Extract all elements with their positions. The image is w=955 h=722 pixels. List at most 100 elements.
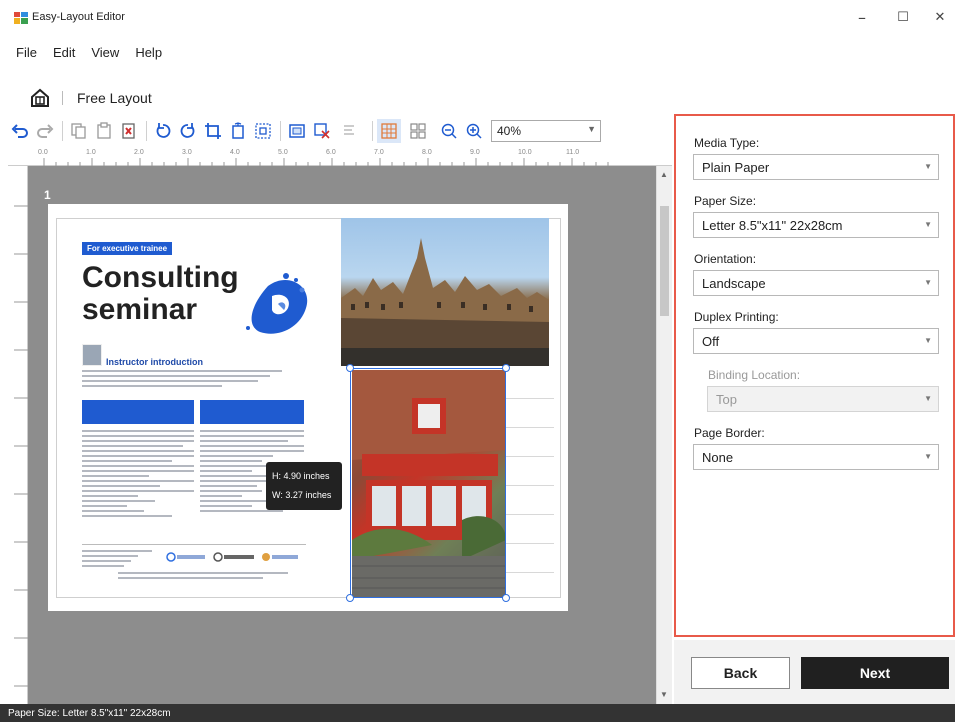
menu-file[interactable]: File	[8, 45, 45, 65]
duplex-printing-select[interactable]: Off ▼	[693, 328, 939, 354]
app-logo-icon	[14, 12, 28, 24]
fit-page-button[interactable]	[226, 119, 250, 143]
frame-button[interactable]	[285, 119, 309, 143]
align-button[interactable]	[335, 119, 367, 143]
ruler-label: 2.0	[134, 149, 144, 156]
copy-button[interactable]	[67, 119, 91, 143]
home-icon[interactable]	[30, 88, 50, 108]
maximize-button[interactable]: ☐	[893, 8, 913, 28]
close-button[interactable]: ✕	[930, 8, 950, 28]
page-title: Free Layout	[77, 90, 152, 106]
crop-icon	[205, 123, 221, 139]
window-title: Easy-Layout Editor	[32, 11, 125, 23]
chevron-down-icon: ▼	[924, 162, 932, 171]
title-bar: Easy-Layout Editor – ☐ ✕	[0, 0, 955, 34]
course-header-left	[82, 400, 194, 424]
grid-button[interactable]	[377, 119, 401, 143]
orientation-label: Orientation:	[694, 252, 757, 266]
layout-canvas[interactable]: 1 For executive trainee Consulting semin…	[28, 166, 656, 704]
undo-button[interactable]	[8, 119, 32, 143]
layout-button[interactable]	[402, 119, 436, 143]
binding-location-value: Top	[716, 392, 737, 407]
instructor-avatar	[82, 344, 102, 366]
tooltip-width: W: 3.27 inches	[272, 490, 332, 500]
resize-handle-top-right[interactable]	[502, 364, 510, 372]
media-type-select[interactable]: Plain Paper ▼	[693, 154, 939, 180]
status-bar: Paper Size: Letter 8.5"x11" 22x28cm	[0, 704, 955, 722]
crop-button[interactable]	[201, 119, 225, 143]
zoom-in-button[interactable]	[462, 119, 486, 143]
redo-icon	[37, 124, 54, 138]
layout-icon	[410, 123, 426, 139]
selected-image-frame[interactable]	[350, 368, 506, 598]
align-icon	[344, 125, 354, 135]
fit-frame-button[interactable]	[251, 119, 275, 143]
page-border-label: Page Border:	[694, 426, 765, 440]
ruler-label: 6.0	[326, 149, 336, 156]
headline-line-1: Consulting	[82, 261, 239, 294]
rotate-right-button[interactable]	[176, 119, 200, 143]
photo-city-buildings[interactable]	[341, 218, 549, 366]
ruler-label: 9.0	[470, 149, 480, 156]
binding-location-label: Binding Location:	[708, 368, 801, 382]
copy-icon	[71, 123, 86, 139]
image-settings-button[interactable]	[310, 119, 334, 143]
zoom-out-button[interactable]	[437, 119, 461, 143]
paper-size-value: Letter 8.5"x11" 22x28cm	[702, 218, 843, 233]
ruler-label: 0.0	[38, 149, 48, 156]
binding-location-select: Top ▼	[707, 386, 939, 412]
back-button[interactable]: Back	[691, 657, 790, 689]
scroll-up-icon[interactable]: ▲	[660, 170, 668, 179]
chevron-down-icon: ▼	[924, 336, 932, 345]
vertical-scrollbar[interactable]: ▲ ▼	[656, 166, 672, 704]
page-border-value: None	[702, 450, 734, 465]
resize-handle-bottom-left[interactable]	[346, 594, 354, 602]
delete-button[interactable]	[117, 119, 141, 143]
image-settings-icon	[314, 123, 330, 139]
resize-handle-bottom-right[interactable]	[502, 594, 510, 602]
menu-edit[interactable]: Edit	[45, 45, 83, 65]
toolbar-divider	[372, 121, 373, 141]
layout-page[interactable]: For executive trainee Consulting seminar…	[48, 204, 568, 611]
paper-size-select[interactable]: Letter 8.5"x11" 22x28cm ▼	[693, 212, 939, 238]
paste-icon	[97, 122, 111, 139]
resize-handle-top-left[interactable]	[346, 364, 354, 372]
toolbar-divider	[146, 121, 147, 141]
empty-frame-guides	[506, 370, 554, 598]
rotate-left-button[interactable]	[151, 119, 175, 143]
zoom-out-icon	[441, 123, 457, 139]
media-type-label: Media Type:	[694, 136, 760, 150]
duplex-printing-value: Off	[702, 334, 720, 349]
scroll-down-icon[interactable]: ▼	[660, 690, 668, 699]
rotate-right-icon	[180, 123, 195, 138]
duplex-printing-label: Duplex Printing:	[694, 310, 779, 324]
next-button[interactable]: Next	[801, 657, 949, 689]
orientation-value: Landscape	[702, 276, 766, 291]
app-window: Easy-Layout Editor – ☐ ✕ File Edit View …	[0, 0, 955, 722]
ruler-label: 11.0	[566, 149, 580, 156]
zoom-in-icon	[466, 123, 482, 139]
ruler-label: 1.0	[86, 149, 96, 156]
brochure-headline[interactable]: Consulting seminar	[82, 262, 239, 326]
frame-icon	[289, 124, 305, 138]
instructor-intro-title: Instructor introduction	[106, 357, 203, 367]
chevron-down-icon: ▼	[924, 394, 932, 403]
orientation-select[interactable]: Landscape ▼	[693, 270, 939, 296]
scrollbar-thumb[interactable]	[660, 206, 669, 316]
vertical-ruler	[8, 166, 28, 704]
ruler-label: 5.0	[278, 149, 288, 156]
minimize-button[interactable]: –	[852, 8, 872, 28]
page-border-select[interactable]: None ▼	[693, 444, 939, 470]
undo-icon	[11, 124, 28, 138]
paste-button[interactable]	[92, 119, 116, 143]
zoom-select[interactable]: 40% ▼	[491, 120, 601, 142]
menu-help[interactable]: Help	[127, 45, 170, 65]
city-buildings-image	[341, 238, 549, 366]
menu-view[interactable]: View	[83, 45, 127, 65]
ruler-label: 10.0	[518, 149, 532, 156]
chevron-down-icon: ▼	[924, 278, 932, 287]
chevron-down-icon: ▼	[587, 124, 596, 134]
breadcrumb-divider	[62, 91, 63, 105]
redo-button[interactable]	[33, 119, 57, 143]
rotate-left-icon	[156, 123, 171, 138]
